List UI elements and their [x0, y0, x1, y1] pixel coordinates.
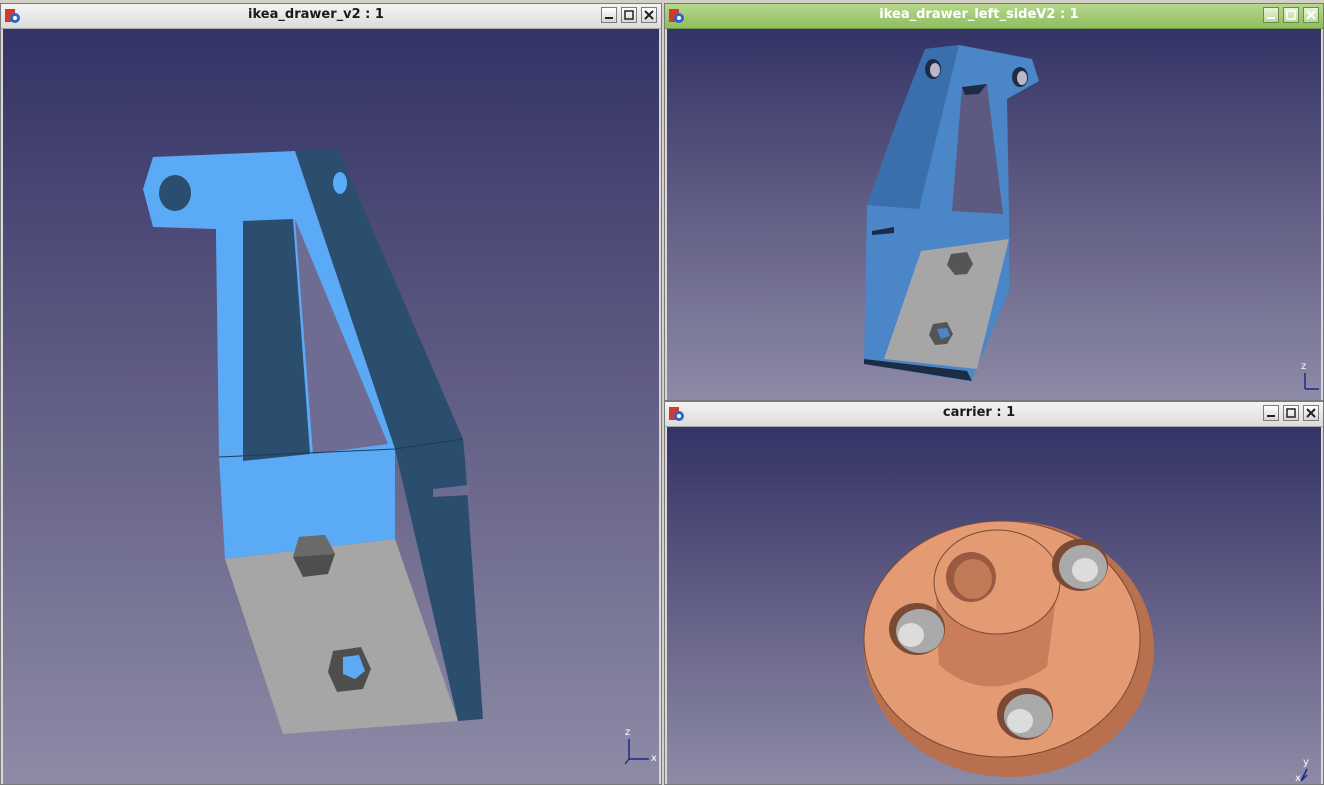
maximize-icon: [624, 10, 634, 20]
close-icon: [1306, 408, 1316, 418]
3d-model-drawer-left-side: [864, 45, 1039, 381]
axis-indicator: z x: [1295, 361, 1321, 399]
window-ikea-drawer-v2[interactable]: ikea_drawer_v2 : 1 z x: [0, 3, 662, 785]
maximize-icon: [1286, 10, 1296, 20]
app-icon[interactable]: [668, 406, 685, 422]
axis-label-z: z: [1301, 361, 1307, 372]
minimize-icon: [605, 17, 613, 19]
maximize-icon: [1286, 408, 1296, 418]
maximize-button[interactable]: [1283, 405, 1299, 421]
minimize-button[interactable]: [601, 7, 617, 23]
axis-label-y: y: [1303, 757, 1309, 768]
window-title: ikea_drawer_left_sideV2 : 1: [879, 7, 1079, 22]
close-button[interactable]: [641, 7, 657, 23]
window-title: carrier : 1: [942, 405, 1016, 420]
app-icon[interactable]: [4, 8, 21, 24]
app-icon[interactable]: [668, 8, 685, 24]
minimize-icon: [1267, 415, 1275, 417]
window-title: ikea_drawer_v2 : 1: [248, 7, 384, 22]
minimize-button[interactable]: [1263, 405, 1279, 421]
close-icon: [644, 10, 654, 20]
axis-indicator: y x: [1293, 753, 1321, 784]
3d-viewport[interactable]: y x: [667, 427, 1321, 784]
window-titlebar[interactable]: ikea_drawer_v2 : 1: [1, 4, 661, 29]
axis-label-x: x: [1295, 773, 1301, 784]
window-titlebar[interactable]: ikea_drawer_left_sideV2 : 1: [665, 4, 1323, 29]
minimize-icon: [1267, 17, 1275, 19]
close-button[interactable]: [1303, 7, 1319, 23]
close-icon: [1306, 10, 1316, 20]
3d-viewport[interactable]: z x: [667, 29, 1321, 400]
close-button[interactable]: [1303, 405, 1319, 421]
maximize-button[interactable]: [1283, 7, 1299, 23]
window-ikea-drawer-left-side[interactable]: ikea_drawer_left_sideV2 : 1 z: [664, 3, 1324, 401]
maximize-button[interactable]: [621, 7, 637, 23]
window-carrier[interactable]: carrier : 1 y x: [664, 401, 1324, 785]
3d-model-ikea-drawer: [143, 149, 483, 734]
minimize-button[interactable]: [1263, 7, 1279, 23]
window-titlebar[interactable]: carrier : 1: [665, 402, 1323, 427]
axis-indicator: z x: [619, 727, 659, 765]
axis-label-z: z: [625, 727, 631, 738]
3d-viewport[interactable]: z x: [3, 29, 659, 784]
3d-model-carrier: [863, 520, 1154, 777]
axis-label-x: x: [651, 753, 657, 764]
